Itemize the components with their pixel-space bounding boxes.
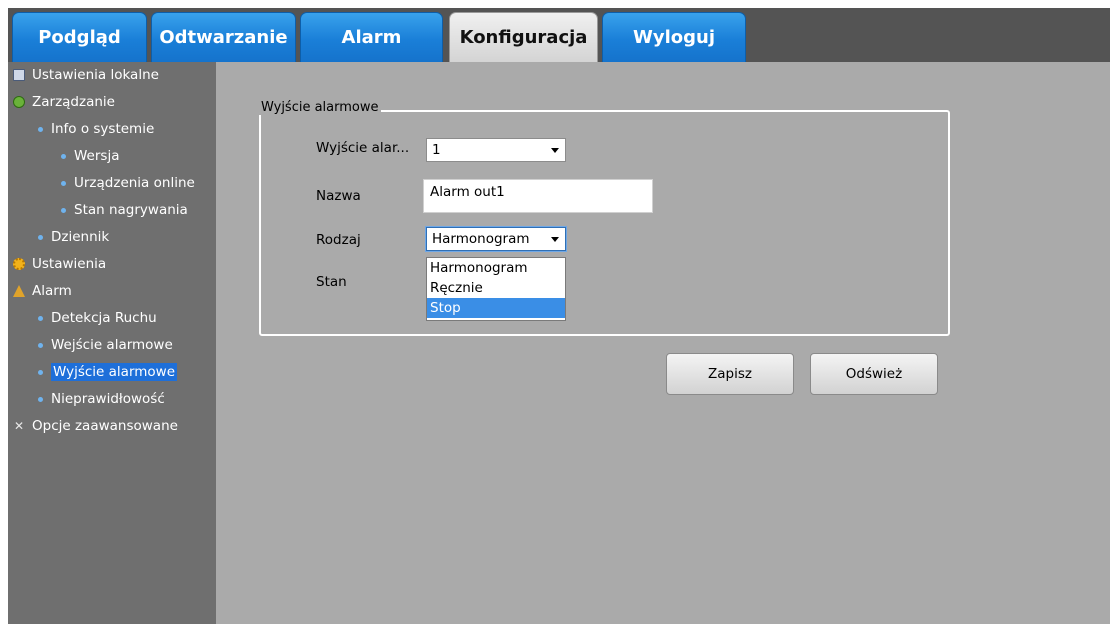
group-legend: Wyjście alarmowe <box>259 100 381 115</box>
bullet-icon <box>61 180 66 186</box>
bullet-icon <box>38 234 43 240</box>
sidebar-item-wyjscie-alarmowe[interactable]: Wyjście alarmowe <box>38 359 178 385</box>
chevron-down-icon <box>551 148 559 153</box>
status-label: Stan <box>316 274 347 290</box>
sidebar-item-label: Detekcja Ruchu <box>51 310 157 326</box>
sidebar: Ustawienia lokalne Zarządzanie Info o sy… <box>8 62 216 624</box>
dropdown-option-recznie[interactable]: Ręcznie <box>427 278 565 298</box>
sidebar-item-label: Dziennik <box>51 229 110 245</box>
sidebar-item-nieprawidlowosc[interactable]: Nieprawidłowość <box>38 386 165 412</box>
bullet-icon <box>38 342 43 348</box>
bullet-icon <box>38 315 43 321</box>
advanced-options-icon: ✕ <box>13 419 25 433</box>
sidebar-item-info-o-systemie[interactable]: Info o systemie <box>38 116 154 142</box>
local-settings-icon <box>13 69 25 81</box>
top-navigation-bar: Podgląd Odtwarzanie Alarm Konfiguracja W… <box>8 8 1110 62</box>
main-content: Wyjście alarmowe Wyjście alar... 1 Nazwa… <box>216 62 1110 624</box>
sidebar-item-zarzadzanie[interactable]: Zarządzanie <box>13 89 115 115</box>
output-label: Wyjście alar... <box>316 140 410 156</box>
sidebar-item-label: Wejście alarmowe <box>51 337 173 353</box>
sidebar-item-label: Nieprawidłowość <box>51 391 165 407</box>
sidebar-item-opcje-zaawansowane[interactable]: ✕ Opcje zaawansowane <box>13 413 178 439</box>
save-button[interactable]: Zapisz <box>666 353 794 395</box>
output-select-value: 1 <box>432 142 441 158</box>
tab-odtwarzanie[interactable]: Odtwarzanie <box>151 12 296 62</box>
chevron-down-icon <box>551 237 559 242</box>
sidebar-item-ustawienia-lokalne[interactable]: Ustawienia lokalne <box>13 62 159 88</box>
tab-wyloguj[interactable]: Wyloguj <box>602 12 746 62</box>
settings-icon <box>13 258 25 270</box>
refresh-button[interactable]: Odśwież <box>810 353 938 395</box>
sidebar-item-label: Info o systemie <box>51 121 155 137</box>
sidebar-item-label: Ustawienia lokalne <box>32 67 159 83</box>
sidebar-item-stan-nagrywania[interactable]: Stan nagrywania <box>61 197 188 223</box>
sidebar-item-label: Stan nagrywania <box>74 202 188 218</box>
sidebar-item-urzadzenia-online[interactable]: Urządzenia online <box>61 170 195 196</box>
management-icon <box>13 96 25 108</box>
name-label: Nazwa <box>316 188 361 204</box>
sidebar-item-wersja[interactable]: Wersja <box>61 143 119 169</box>
sidebar-item-label: Wyjście alarmowe <box>51 363 178 381</box>
sidebar-item-ustawienia[interactable]: Ustawienia <box>13 251 106 277</box>
sidebar-item-dziennik[interactable]: Dziennik <box>38 224 109 250</box>
type-dropdown-list: Harmonogram Ręcznie Stop <box>426 257 566 321</box>
alarm-icon <box>13 285 25 297</box>
tab-konfiguracja[interactable]: Konfiguracja <box>449 12 598 62</box>
sidebar-item-label: Ustawienia <box>32 256 107 272</box>
bullet-icon <box>38 369 43 375</box>
sidebar-item-detekcja-ruchu[interactable]: Detekcja Ruchu <box>38 305 157 331</box>
sidebar-item-label: Zarządzanie <box>32 94 115 110</box>
sidebar-item-label: Urządzenia online <box>74 175 195 191</box>
tab-podglad[interactable]: Podgląd <box>12 12 147 62</box>
bullet-icon <box>38 126 43 132</box>
bullet-icon <box>38 396 43 402</box>
sidebar-item-alarm[interactable]: Alarm <box>13 278 72 304</box>
type-select[interactable]: Harmonogram <box>426 227 566 251</box>
output-select[interactable]: 1 <box>426 138 566 162</box>
tab-alarm[interactable]: Alarm <box>300 12 443 62</box>
type-select-value: Harmonogram <box>432 231 530 247</box>
sidebar-item-label: Opcje zaawansowane <box>32 418 178 434</box>
sidebar-item-wejscie-alarmowe[interactable]: Wejście alarmowe <box>38 332 173 358</box>
bullet-icon <box>61 153 66 159</box>
name-input[interactable]: Alarm out1 <box>423 179 653 213</box>
sidebar-item-label: Alarm <box>32 283 72 299</box>
type-label: Rodzaj <box>316 232 361 248</box>
sidebar-item-label: Wersja <box>74 148 120 164</box>
dropdown-option-stop[interactable]: Stop <box>427 298 565 318</box>
bullet-icon <box>61 207 66 213</box>
dropdown-option-harmonogram[interactable]: Harmonogram <box>427 258 565 278</box>
